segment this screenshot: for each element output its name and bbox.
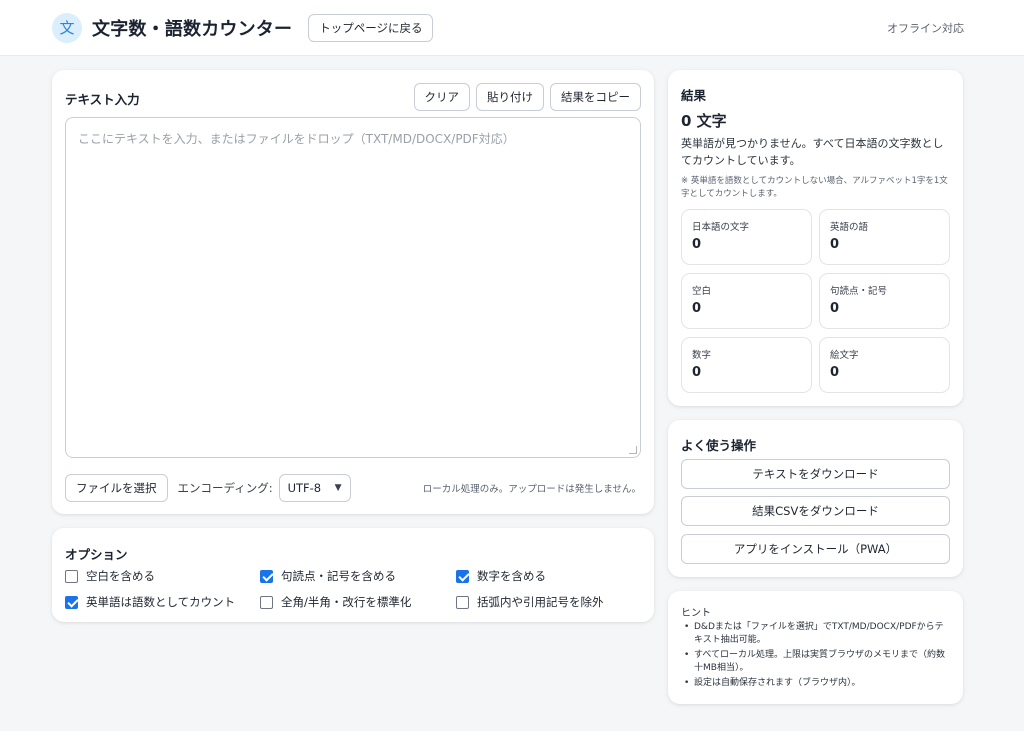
option-include-numbers[interactable]: 数字を含める xyxy=(456,568,546,584)
stat-label: 句読点・記号 xyxy=(830,286,888,297)
install-pwa-button[interactable]: アプリをインストール（PWA） xyxy=(681,534,950,564)
hint-item: すべてローカル処理。上限は実質ブラウザのメモリまで（約数十MB相当）。 xyxy=(684,649,952,674)
stat-value: 0 xyxy=(830,365,840,380)
copy-result-button[interactable]: 結果をコピー xyxy=(550,83,641,111)
hint-item: 設定は自動保存されます（ブラウザ内）。 xyxy=(684,677,952,690)
app-title: 文字数・語数カウンター xyxy=(92,18,293,40)
option-label: 括弧内や引用記号を除外 xyxy=(477,595,604,609)
app-header: 文 文字数・語数カウンター トップページに戻る オフライン対応 xyxy=(0,0,1024,56)
download-csv-button[interactable]: 結果CSVをダウンロード xyxy=(681,496,950,526)
checkbox[interactable] xyxy=(260,595,273,609)
stat-value: 0 xyxy=(830,237,840,252)
result-note: ※ 英単語を語数としてカウントしない場合、アルファベット1字を1文字としてカウン… xyxy=(681,176,948,199)
result-message: 英単語が見つかりません。すべて日本語の文字数としてカウントしています。 xyxy=(681,137,944,167)
option-exclude-brackets[interactable]: 括弧内や引用記号を除外 xyxy=(456,594,604,610)
checkbox[interactable] xyxy=(260,569,273,583)
text-input-title: テキスト入力 xyxy=(65,92,140,107)
stat-value: 0 xyxy=(692,237,702,252)
checkbox[interactable] xyxy=(65,569,78,583)
app-logo-icon: 文 xyxy=(52,12,82,43)
stat-punctuation: 句読点・記号 0 xyxy=(819,273,950,329)
text-input-area[interactable]: ここにテキストを入力、またはファイルをドロップ（TXT/MD/DOCX/PDF対… xyxy=(65,117,641,458)
text-toolbar: クリア 貼り付け 結果をコピー xyxy=(413,83,641,111)
options-title: オプション xyxy=(65,547,128,562)
result-title: 結果 xyxy=(681,88,707,103)
stat-label: 絵文字 xyxy=(830,350,859,361)
text-input-card: テキスト入力 クリア 貼り付け 結果をコピー ここにテキストを入力、またはファイ… xyxy=(52,70,654,514)
back-to-top-button[interactable]: トップページに戻る xyxy=(308,13,434,42)
file-select-button[interactable]: ファイルを選択 xyxy=(65,474,168,502)
option-normalize[interactable]: 全角/半角・改行を標準化 xyxy=(260,594,411,610)
hint-item: D&Dまたは「ファイルを選択」でTXT/MD/DOCX/PDFからテキスト抽出可… xyxy=(684,621,952,646)
encoding-select[interactable]: UTF-8 ▼ xyxy=(278,474,351,502)
option-label: 英単語は語数としてカウント xyxy=(86,595,236,609)
option-label: 句読点・記号を含める xyxy=(281,569,396,583)
stat-value: 0 xyxy=(830,301,840,316)
download-text-button[interactable]: テキストをダウンロード xyxy=(681,459,950,489)
stat-value: 0 xyxy=(692,365,702,380)
checkbox[interactable] xyxy=(456,595,469,609)
option-label: 数字を含める xyxy=(477,569,546,583)
option-label: 空白を含める xyxy=(86,569,155,583)
clear-button[interactable]: クリア xyxy=(413,83,470,111)
option-english-words[interactable]: 英単語は語数としてカウント xyxy=(65,594,235,610)
stat-label: 英語の語 xyxy=(830,222,869,233)
result-card: 結果 0 文字 英単語が見つかりません。すべて日本語の文字数としてカウントしてい… xyxy=(668,70,963,406)
actions-card: よく使う操作 テキストをダウンロード 結果CSVをダウンロード アプリをインスト… xyxy=(668,420,963,577)
text-input-placeholder: ここにテキストを入力、またはファイルをドロップ（TXT/MD/DOCX/PDF対… xyxy=(78,132,515,146)
hints-list: D&Dまたは「ファイルを選択」でTXT/MD/DOCX/PDFからテキスト抽出可… xyxy=(684,621,952,693)
file-row: ファイルを選択 エンコーディング: UTF-8 ▼ ローカル処理のみ。アップロー… xyxy=(65,474,641,502)
hints-card: ヒント D&Dまたは「ファイルを選択」でTXT/MD/DOCX/PDFからテキス… xyxy=(668,591,963,704)
resize-handle-icon[interactable] xyxy=(629,446,637,454)
stat-label: 空白 xyxy=(692,286,712,297)
stat-digits: 数字 0 xyxy=(681,337,812,393)
actions-title: よく使う操作 xyxy=(681,438,757,453)
options-card: オプション 空白を含める 句読点・記号を含める 数字を含める 英単語は語数として… xyxy=(52,528,654,622)
stat-spaces: 空白 0 xyxy=(681,273,812,329)
stat-english-words: 英語の語 0 xyxy=(819,209,950,265)
total-count: 0 文字 xyxy=(681,112,727,130)
checkbox[interactable] xyxy=(65,595,78,609)
stat-label: 数字 xyxy=(692,350,712,361)
chevron-down-icon: ▼ xyxy=(334,483,342,493)
local-processing-note: ローカル処理のみ。アップロードは発生しません。 xyxy=(422,484,641,495)
encoding-label: エンコーディング: xyxy=(177,481,273,495)
option-include-punctuation[interactable]: 句読点・記号を含める xyxy=(260,568,396,584)
stat-japanese-chars: 日本語の文字 0 xyxy=(681,209,812,265)
stat-label: 日本語の文字 xyxy=(692,222,750,233)
encoding-value: UTF-8 xyxy=(287,481,322,495)
option-include-spaces[interactable]: 空白を含める xyxy=(65,568,155,584)
stat-emoji: 絵文字 0 xyxy=(819,337,950,393)
option-label: 全角/半角・改行を標準化 xyxy=(281,595,412,609)
paste-button[interactable]: 貼り付け xyxy=(476,83,544,111)
stat-value: 0 xyxy=(692,301,702,316)
hints-title: ヒント xyxy=(681,608,711,619)
offline-badge: オフライン対応 xyxy=(887,21,964,35)
checkbox[interactable] xyxy=(456,569,469,583)
